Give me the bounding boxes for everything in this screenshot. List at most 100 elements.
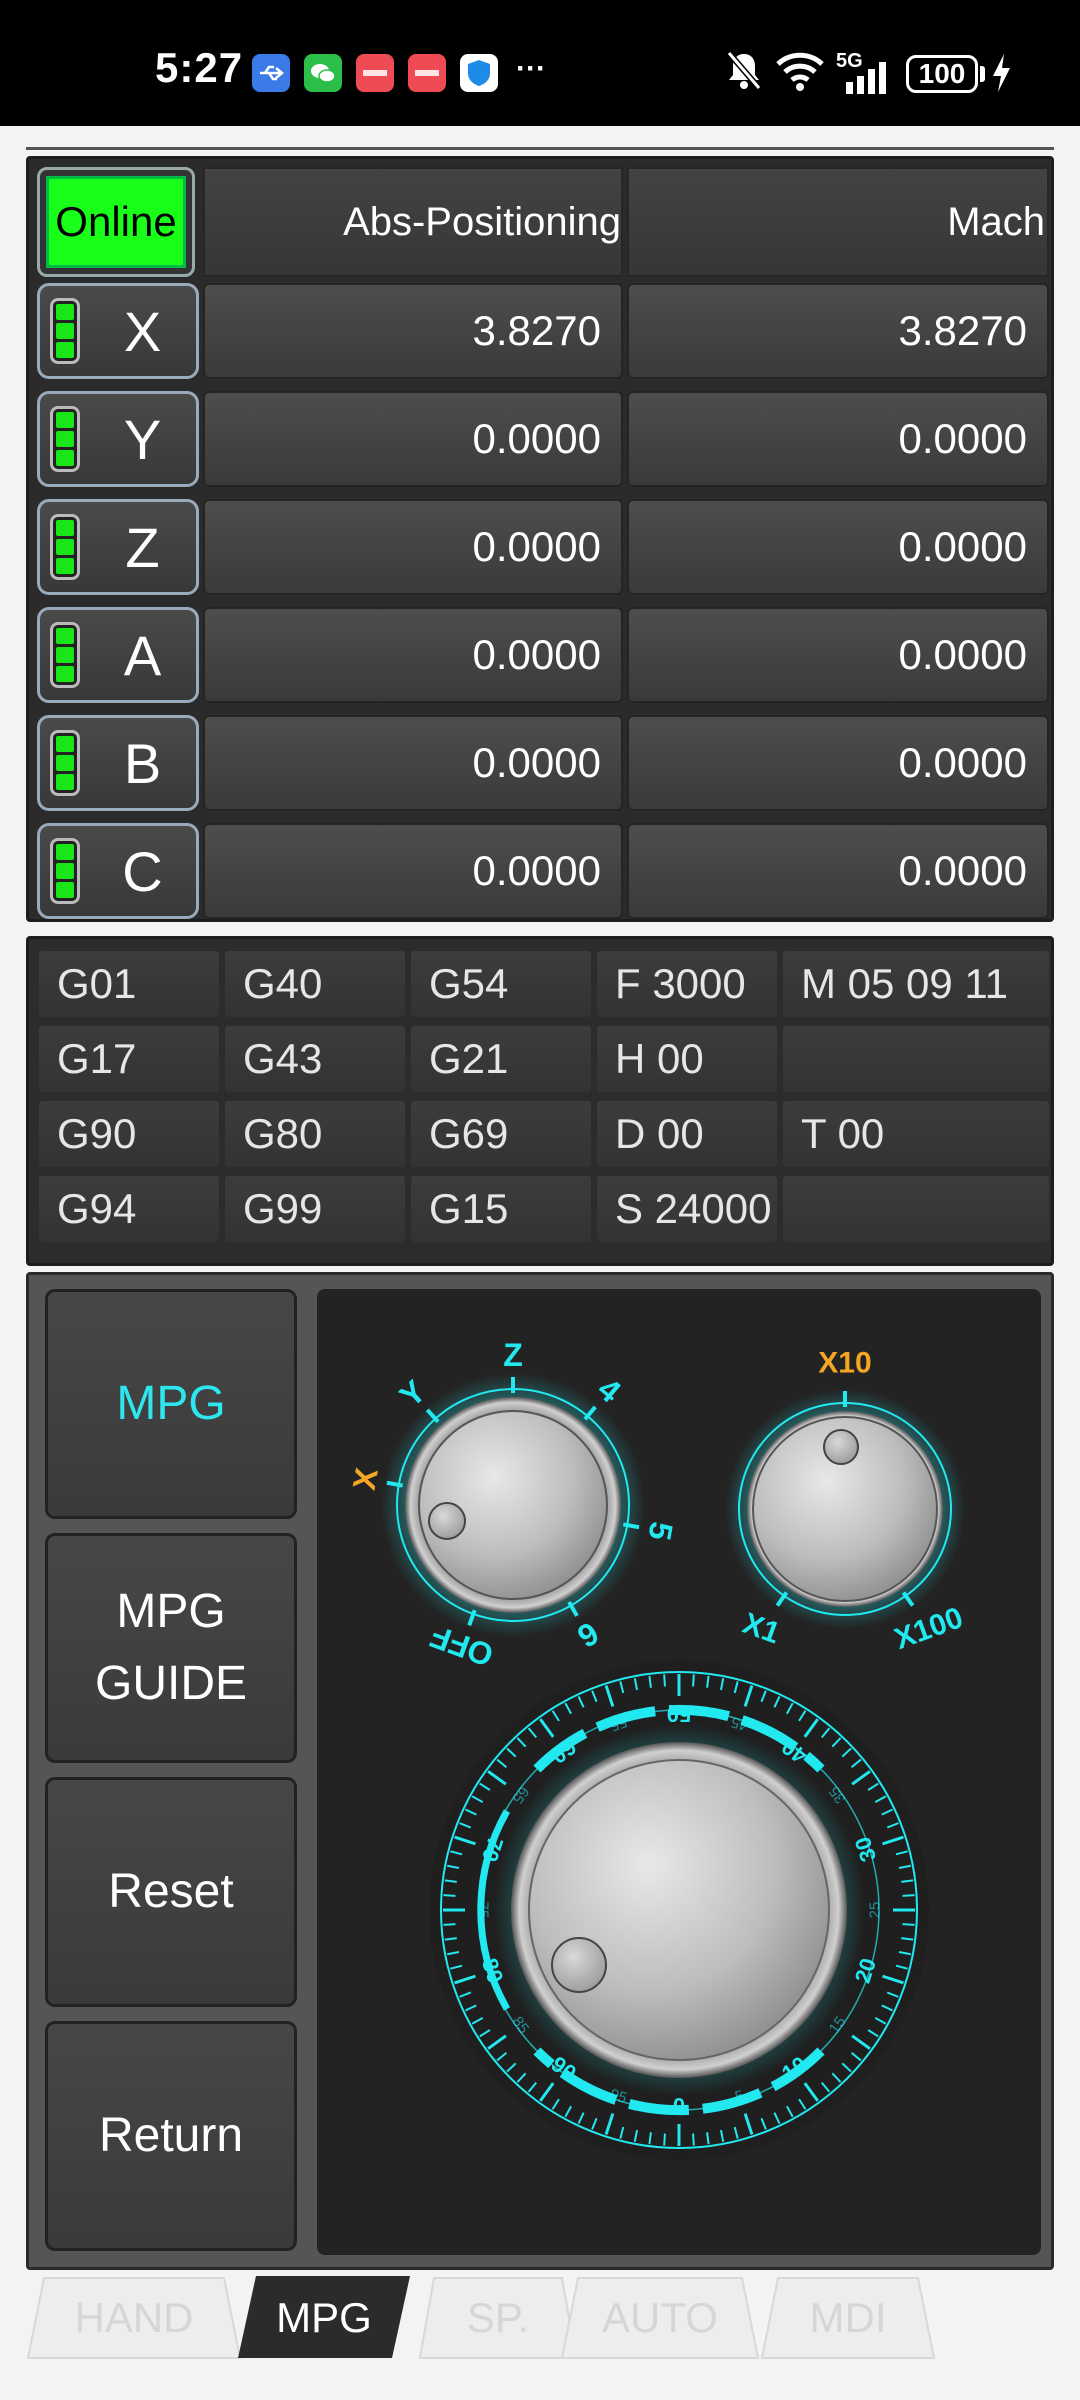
axis-button-z[interactable]: Z — [37, 499, 199, 595]
gcode-cell: G69 — [411, 1101, 591, 1167]
signal-icon — [844, 60, 892, 94]
mpg-guide-label-1: MPG — [116, 1585, 226, 1638]
tab-auto-label: AUTO — [602, 2294, 718, 2341]
axis-selector-label: X — [346, 1465, 385, 1493]
mach-value-x: 3.8270 — [627, 283, 1049, 379]
return-button-label: Return — [98, 2109, 244, 2162]
status-bar: 5:27 ··· 5G 100 — [0, 0, 1080, 126]
scale-tick — [692, 1674, 695, 1687]
axis-selector-label: 6 — [571, 1615, 604, 1655]
tick-mark — [622, 1522, 640, 1530]
tab-mpg[interactable]: MPG — [236, 2276, 412, 2360]
cnc-app: Online Abs-Positioning Mach X 3.8270 3.8… — [0, 126, 1080, 2400]
tab-mpg-label: MPG — [276, 2294, 372, 2341]
tick-mark — [386, 1480, 404, 1488]
step-selector-knob[interactable]: X1X10X100 — [725, 1347, 967, 1657]
abs-value-b: 0.0000 — [203, 715, 623, 811]
h-offset: H 00 — [597, 1026, 777, 1092]
scale-tick — [663, 2133, 666, 2146]
axis-selector-label: 5 — [641, 1519, 680, 1543]
axis-label: Y — [123, 407, 162, 471]
tab-mdi[interactable]: MDI — [760, 2276, 936, 2360]
axis-led-icon — [50, 838, 80, 904]
axis-label: B — [123, 731, 162, 795]
return-button[interactable]: Return — [45, 2021, 297, 2251]
scale-tick — [692, 2133, 695, 2146]
header-abs-positioning: Abs-Positioning — [203, 167, 623, 277]
tab-hand[interactable]: HAND — [26, 2276, 242, 2360]
step-selector-label: X1 — [738, 1607, 784, 1651]
axis-led-icon — [50, 514, 80, 580]
gcode-cell-empty — [783, 1176, 1049, 1242]
divider — [26, 147, 1054, 150]
axis-label: A — [123, 623, 162, 687]
abs-value-z: 0.0000 — [203, 499, 623, 595]
gcode-cell: G01 — [39, 951, 219, 1017]
axis-button-x[interactable]: X — [37, 283, 199, 379]
knob-pointer — [428, 1502, 466, 1540]
gcode-cell: G15 — [411, 1176, 591, 1242]
gcode-cell: G90 — [39, 1101, 219, 1167]
gcode-cell: G99 — [225, 1176, 405, 1242]
online-label: Online — [46, 176, 186, 268]
axis-label: X — [123, 299, 162, 363]
mpg-guide-label-2: GUIDE — [94, 1657, 247, 1710]
mpg-guide-button[interactable]: MPG GUIDE — [45, 1533, 297, 1763]
handwheel[interactable]: 0 5101520253035404550556065707580859095 — [429, 1660, 929, 2160]
gcode-cell: G40 — [225, 951, 405, 1017]
wechat-icon — [304, 54, 342, 92]
charging-icon — [990, 52, 1012, 94]
tab-hand-label: HAND — [74, 2294, 194, 2341]
gcode-cell: G43 — [225, 1026, 405, 1092]
position-panel: Online Abs-Positioning Mach X 3.8270 3.8… — [26, 156, 1054, 922]
axis-led-icon — [50, 298, 80, 364]
mpg-button[interactable]: MPG — [45, 1289, 297, 1519]
scale-tick — [443, 1894, 456, 1897]
axis-led-icon — [50, 406, 80, 472]
tab-auto[interactable]: AUTO — [560, 2276, 760, 2360]
scale-tick — [663, 1674, 666, 1687]
handwheel-crank — [551, 1937, 607, 1993]
axis-button-y[interactable]: Y — [37, 391, 199, 487]
spindle-speed: S 24000 — [597, 1176, 777, 1242]
clock: 5:27 — [155, 44, 244, 91]
mute-bell-icon — [724, 48, 764, 92]
axis-button-a[interactable]: A — [37, 607, 199, 703]
step-selector-label: X10 — [818, 1347, 871, 1380]
m-codes: M 05 09 11 — [783, 951, 1049, 1017]
dials-svg: OFFXYZ456 X1X10X100 0 510152025303540455… — [346, 1337, 967, 2160]
gcode-cell: G17 — [39, 1026, 219, 1092]
gcode-cell: G80 — [225, 1101, 405, 1167]
axis-label: C — [122, 839, 163, 903]
huawei-icon — [408, 54, 446, 92]
knob-pointer — [823, 1429, 859, 1465]
mpg-panel: MPG MPG GUIDE Reset Return OFF X Y Z 4 5… — [26, 1272, 1054, 2270]
header-abs-label: Abs-Positioning — [343, 199, 621, 244]
dial-area: OFF X Y Z 4 5 6 X1 X10 X100 0 5 10 15 20 25 30 35 40 — [317, 1289, 1041, 2255]
gcode-cell: G54 — [411, 951, 591, 1017]
scale-tick — [902, 1923, 915, 1926]
abs-value-y: 0.0000 — [203, 391, 623, 487]
tool-number: T 00 — [783, 1101, 1049, 1167]
axis-button-c[interactable]: C — [37, 823, 199, 919]
usb-icon — [252, 54, 290, 92]
mach-value-y: 0.0000 — [627, 391, 1049, 487]
shield-icon — [460, 54, 498, 92]
header-mach-label: Mach — [947, 199, 1045, 244]
axis-label: Z — [125, 515, 160, 579]
mpg-button-label: MPG — [116, 1377, 226, 1430]
mach-value-b: 0.0000 — [627, 715, 1049, 811]
wifi-icon — [774, 48, 826, 92]
online-indicator[interactable]: Online — [37, 167, 195, 277]
tab-mdi-label: MDI — [809, 2294, 887, 2341]
axis-button-b[interactable]: B — [37, 715, 199, 811]
abs-value-x: 3.8270 — [203, 283, 623, 379]
axis-selector-knob[interactable]: OFFXYZ456 — [346, 1337, 680, 1674]
reset-button[interactable]: Reset — [45, 1777, 297, 2007]
feed-rate: F 3000 — [597, 951, 777, 1017]
tab-sp[interactable]: SP. — [418, 2276, 578, 2360]
mach-value-z: 0.0000 — [627, 499, 1049, 595]
abs-value-c: 0.0000 — [203, 823, 623, 919]
huawei-icon — [356, 54, 394, 92]
d-offset: D 00 — [597, 1101, 777, 1167]
